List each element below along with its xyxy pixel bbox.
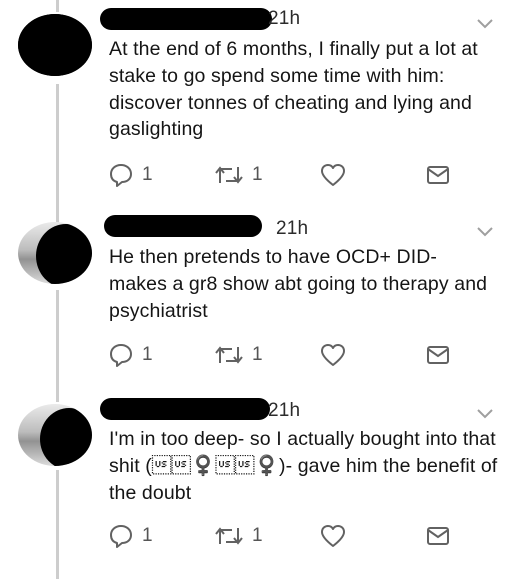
retweet-count: 1 — [252, 525, 263, 546]
retweet-icon — [215, 346, 243, 364]
tweet-actions: 1 1 — [108, 341, 468, 369]
tweet-timestamp[interactable]: 21h — [268, 8, 300, 30]
avatar[interactable] — [18, 404, 92, 466]
tweet-text: I'm in too deep- so I actually bought in… — [109, 428, 498, 504]
reply-count: 1 — [142, 525, 153, 546]
chevron-down-icon[interactable] — [476, 408, 494, 420]
thread-line — [56, 290, 59, 402]
thread-line — [56, 470, 59, 579]
reply-icon — [110, 164, 132, 187]
retweet-icon — [215, 166, 243, 184]
tweet-actions: 1 1 — [108, 522, 468, 550]
heart-icon — [321, 344, 345, 366]
chevron-down-icon[interactable] — [476, 226, 494, 238]
envelope-icon — [427, 166, 449, 184]
redacted-username — [104, 215, 262, 237]
thread-line — [56, 84, 59, 224]
thread-line — [56, 0, 59, 12]
like-button[interactable] — [320, 522, 346, 550]
avatar[interactable] — [18, 14, 92, 76]
heart-icon — [321, 164, 345, 186]
retweet-button[interactable]: 1 — [214, 161, 263, 189]
chevron-down-icon[interactable] — [476, 18, 494, 30]
retweet-button[interactable]: 1 — [214, 341, 263, 369]
retweet-count: 1 — [252, 344, 263, 365]
tweet-timestamp[interactable]: 21h — [268, 400, 300, 422]
reply-button[interactable]: 1 — [108, 341, 153, 369]
retweet-button[interactable]: 1 — [214, 522, 263, 550]
reply-icon — [110, 525, 132, 548]
message-button[interactable] — [426, 522, 450, 550]
reply-icon — [110, 344, 132, 367]
reply-button[interactable]: 1 — [108, 161, 153, 189]
like-button[interactable] — [320, 341, 346, 369]
avatar[interactable] — [18, 222, 92, 284]
redacted-username — [100, 8, 272, 30]
redacted-username — [100, 398, 270, 420]
like-button[interactable] — [320, 161, 346, 189]
reply-count: 1 — [142, 344, 153, 365]
tweet-actions: 1 1 — [108, 161, 468, 189]
retweet-icon — [215, 527, 243, 545]
tweet-timestamp[interactable]: 21h — [276, 218, 308, 240]
envelope-icon — [427, 346, 449, 364]
message-button[interactable] — [426, 341, 450, 369]
tweet-text: At the end of 6 months, I finally put a … — [109, 38, 478, 141]
tweet-text: He then pretends to have OCD+ DID- makes… — [109, 246, 488, 322]
message-button[interactable] — [426, 161, 450, 189]
heart-icon — [321, 525, 345, 547]
retweet-count: 1 — [252, 164, 263, 185]
envelope-icon — [427, 527, 449, 545]
reply-button[interactable]: 1 — [108, 522, 153, 550]
reply-count: 1 — [142, 164, 153, 185]
